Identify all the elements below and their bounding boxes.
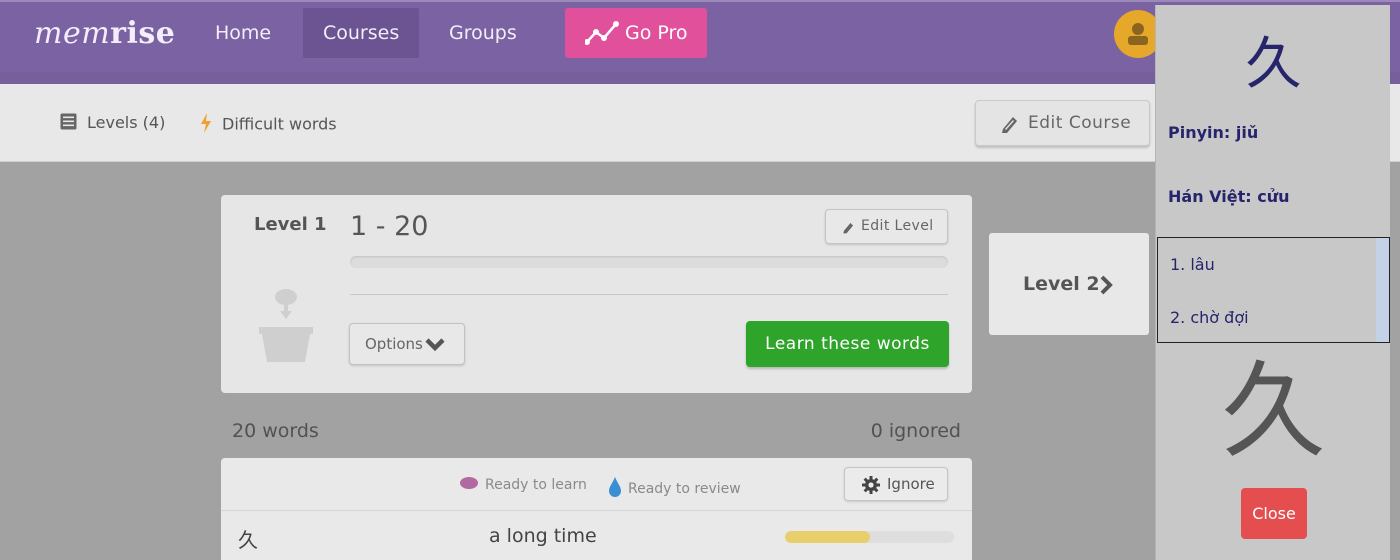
meaning-item: 1. lâu xyxy=(1170,255,1215,274)
card-divider xyxy=(350,294,948,295)
popup-han-viet: Hán Việt: cửu xyxy=(1168,187,1290,206)
ignore-button[interactable]: Ignore xyxy=(844,467,948,501)
popup-character: 久 xyxy=(1245,32,1302,97)
next-level-button[interactable]: Level 2 xyxy=(989,233,1149,335)
popup-pinyin: Pinyin: jiǔ xyxy=(1168,123,1259,142)
memrise-logo[interactable]: memrise xyxy=(34,16,175,51)
lightning-icon xyxy=(200,113,212,137)
levels-link[interactable]: Levels (4) xyxy=(60,113,165,134)
chart-line-icon xyxy=(585,21,619,45)
words-table: Ready to learn Ready to review Ignore 久 … xyxy=(221,458,972,560)
next-level-label: Level 2 xyxy=(1023,273,1100,295)
options-button[interactable]: Options xyxy=(349,323,465,365)
level-card: Level 1 1 - 20 Edit Level Options Learn … xyxy=(221,195,972,393)
options-label: Options xyxy=(365,335,423,353)
difficult-words-label: Difficult words xyxy=(222,114,337,134)
level-word-range: 1 - 20 xyxy=(350,211,429,242)
table-divider xyxy=(221,510,972,511)
nav-groups[interactable]: Groups xyxy=(429,8,537,58)
list-icon xyxy=(60,113,77,134)
go-pro-label: Go Pro xyxy=(625,22,688,44)
word-progress-bar xyxy=(785,531,954,543)
pencil-icon xyxy=(1002,117,1017,133)
nav-courses[interactable]: Courses xyxy=(303,8,420,58)
popup-character-large: 久 xyxy=(1221,350,1326,472)
ignored-count: 0 ignored xyxy=(870,420,961,442)
edit-level-label: Edit Level xyxy=(861,218,934,234)
edit-level-button[interactable]: Edit Level xyxy=(825,209,948,244)
edit-course-label: Edit Course xyxy=(1028,113,1132,133)
close-button[interactable]: Close xyxy=(1241,488,1307,539)
meanings-scrollbar[interactable] xyxy=(1376,238,1389,342)
chevron-down-icon xyxy=(425,338,445,352)
level-progress-bar xyxy=(350,256,948,268)
gear-icon xyxy=(862,476,880,494)
chevron-right-icon xyxy=(1100,275,1113,295)
words-count: 20 words xyxy=(232,420,319,442)
user-icon xyxy=(1128,23,1148,45)
ignore-label: Ignore xyxy=(887,475,935,493)
learn-these-words-button[interactable]: Learn these words xyxy=(746,321,949,367)
level-title: Level 1 xyxy=(254,214,327,235)
pencil-icon xyxy=(843,222,854,234)
legend-ready-to-learn: Ready to learn xyxy=(459,476,587,494)
edit-course-button[interactable]: Edit Course xyxy=(975,100,1150,146)
meaning-item: 2. chờ đợi xyxy=(1170,308,1249,327)
go-pro-button[interactable]: Go Pro xyxy=(565,8,707,58)
word-character: 久 xyxy=(238,528,258,552)
meanings-list[interactable]: 1. lâu 2. chờ đợi xyxy=(1157,237,1390,343)
word-progress-fill xyxy=(785,531,870,543)
nav-home[interactable]: Home xyxy=(195,8,291,58)
legend-ready-to-review: Ready to review xyxy=(608,476,741,502)
seed-pot-icon xyxy=(257,287,315,367)
seed-icon xyxy=(459,476,479,494)
difficult-words-link[interactable]: Difficult words xyxy=(200,113,337,137)
word-definition: a long time xyxy=(489,525,597,547)
levels-label: Levels (4) xyxy=(87,113,166,132)
water-drop-icon xyxy=(608,476,622,502)
character-popup: 久 Pinyin: jiǔ Hán Việt: cửu 1. lâu 2. ch… xyxy=(1155,5,1390,560)
